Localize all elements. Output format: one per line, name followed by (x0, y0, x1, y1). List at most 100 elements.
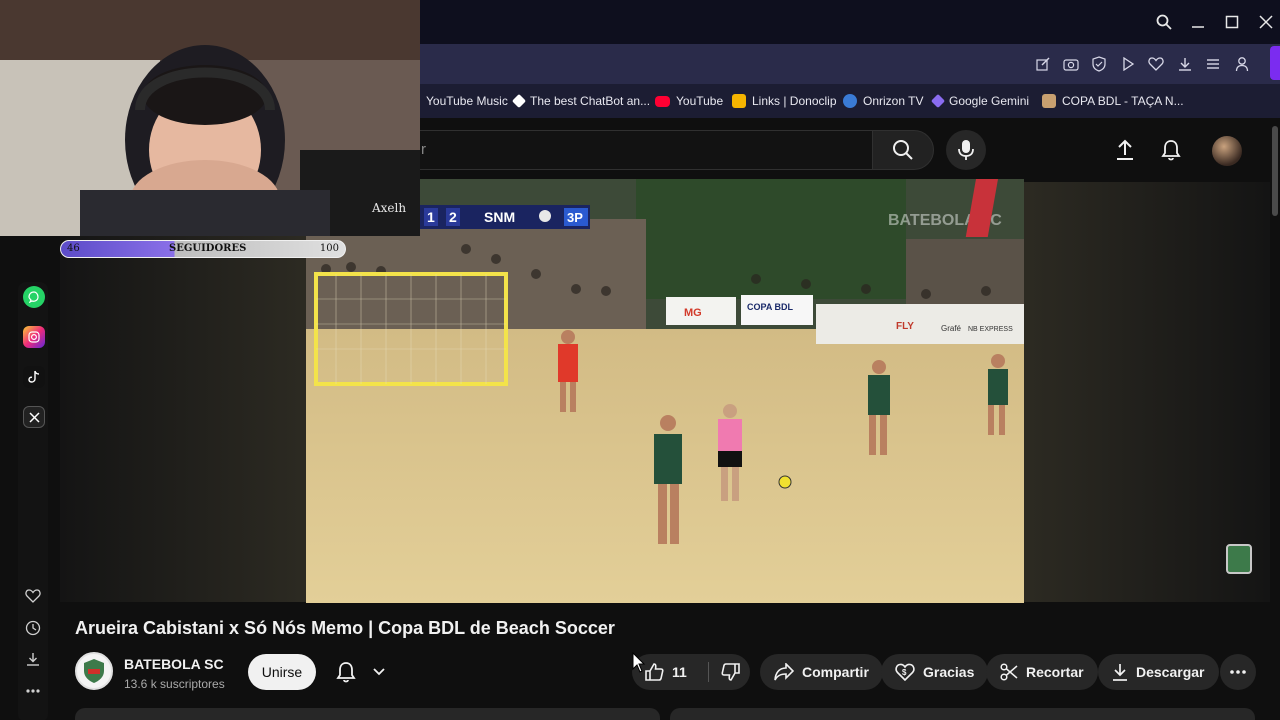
close-icon[interactable] (1254, 10, 1278, 34)
bookmark-label: Google Gemini (949, 94, 1030, 108)
social-rail (18, 282, 48, 720)
follower-label: SEGUIDORES (169, 243, 247, 254)
avatar[interactable] (1212, 136, 1242, 166)
more-icon (1230, 670, 1246, 674)
heart-icon[interactable] (1146, 54, 1166, 74)
notification-toggle[interactable] (328, 654, 394, 690)
followers-progress-bar: 46 SEGUIDORES 100 (60, 240, 346, 258)
thumbs-down-icon (721, 663, 740, 681)
tiktok-icon[interactable] (23, 366, 45, 388)
search-button[interactable] (872, 130, 934, 170)
scoreboard-overlay: 1 2 SNM 3P (420, 205, 590, 229)
cam-signature: Axelh (371, 201, 406, 215)
bookmark-youtube[interactable]: YouTube (655, 92, 723, 110)
download-icon (1113, 664, 1127, 681)
score-right: 2 (449, 209, 457, 225)
search-input[interactable]: r (410, 130, 872, 170)
more-icon[interactable] (22, 680, 44, 702)
shield-icon[interactable] (1089, 54, 1109, 74)
share-button[interactable]: Compartir (760, 654, 883, 690)
download-icon[interactable] (22, 648, 44, 670)
ad-copa-bdl: COPA BDL (747, 302, 794, 312)
download-icon[interactable] (1175, 54, 1195, 74)
bell-icon[interactable] (1157, 136, 1185, 164)
dislike-button[interactable] (712, 654, 750, 690)
onrizon-icon (843, 94, 857, 108)
score-left: 1 (427, 209, 435, 225)
heart-dollar-icon: $ (895, 663, 915, 681)
team-code: SNM (484, 209, 515, 225)
search-icon[interactable] (1152, 10, 1176, 34)
gemini-icon (930, 93, 946, 109)
follower-goal: 100 (319, 243, 339, 254)
webcam-overlay: Axelh (0, 0, 420, 236)
ball (778, 475, 792, 489)
ad-nb-express: NB EXPRESS (968, 326, 1013, 333)
play-icon[interactable] (1118, 54, 1138, 74)
heart-icon[interactable] (22, 585, 44, 607)
related-panel[interactable] (670, 708, 1255, 720)
chatbot-icon (511, 93, 527, 109)
clip-button[interactable]: Recortar (986, 654, 1098, 690)
channel-watermark-icon[interactable] (1226, 544, 1252, 574)
description-panel[interactable] (75, 708, 660, 720)
mic-icon (958, 140, 974, 160)
video-title: Arueira Cabistani x Só Nós Memo | Copa B… (75, 618, 615, 638)
page-scrollbar[interactable] (1272, 126, 1278, 216)
share-label: Compartir (802, 664, 869, 680)
thanks-label: Gracias (923, 664, 975, 680)
beach-soccer-scene: MG COPA BDL FLY Grafé NB EXPRESS 1 2 SNM… (306, 179, 1024, 603)
bookmark-copa-bdl[interactable]: COPA BDL - TAÇA N... (1042, 92, 1184, 110)
more-actions-button[interactable] (1220, 654, 1256, 690)
bookmark-label: YouTube (676, 94, 724, 108)
bookmark-onrizon[interactable]: Onrizon TV (843, 92, 923, 110)
clip-label: Recortar (1026, 664, 1084, 680)
follower-count: 46 (67, 243, 80, 254)
whatsapp-icon[interactable] (23, 286, 45, 308)
minimize-icon[interactable] (1186, 10, 1210, 34)
search-icon (893, 140, 913, 160)
ad-mg: MG (684, 307, 702, 319)
screen: YouTube Music The best ChatBot an... You… (0, 0, 1280, 720)
instagram-icon[interactable] (23, 326, 45, 348)
like-dislike-group: 11 (632, 654, 750, 690)
ad-fly: FLY (896, 321, 914, 332)
like-separator (708, 662, 709, 682)
menu-icon[interactable] (1203, 54, 1223, 74)
subscriber-count: 13.6 k suscriptores (124, 677, 225, 691)
chevron-down-icon (373, 668, 385, 676)
ad-grafe: Grafé (941, 324, 962, 333)
video-player[interactable]: MG COPA BDL FLY Grafé NB EXPRESS 1 2 SNM… (306, 179, 1024, 603)
account-icon[interactable] (1232, 54, 1252, 74)
copa-bdl-icon (1042, 94, 1056, 108)
thumbs-up-icon (645, 663, 664, 681)
scissors-icon (1000, 663, 1018, 681)
join-button[interactable]: Unirse (248, 654, 316, 690)
thanks-button[interactable]: $ Gracias (881, 654, 989, 690)
sidebar-accent-tab[interactable] (1270, 46, 1280, 80)
channel-avatar[interactable] (75, 652, 113, 690)
youtube-icon (655, 95, 670, 107)
upload-icon[interactable] (1111, 136, 1139, 164)
webcam-feed: Axelh (0, 0, 420, 236)
bookmark-youtube-music[interactable]: YouTube Music (410, 92, 508, 110)
bookmark-gemini[interactable]: Google Gemini (930, 92, 1030, 110)
bookmark-label: Links | Donoclip (752, 94, 837, 108)
x-icon[interactable] (23, 406, 45, 428)
camera-icon[interactable] (1061, 54, 1081, 74)
download-button[interactable]: Descargar (1098, 654, 1219, 690)
bell-icon (336, 662, 356, 683)
download-label: Descargar (1136, 664, 1205, 680)
clock-icon[interactable] (22, 617, 44, 639)
channel-name[interactable]: BATEBOLA SC (124, 656, 224, 672)
period: 3P (567, 210, 583, 225)
svg-text:$: $ (902, 668, 907, 677)
bookmark-label: Onrizon TV (863, 94, 924, 108)
like-count: 11 (672, 664, 687, 680)
edit-icon[interactable] (1033, 54, 1053, 74)
voice-search-button[interactable] (946, 130, 986, 170)
bookmark-chatbot[interactable]: The best ChatBot an... (511, 92, 650, 110)
maximize-icon[interactable] (1220, 10, 1244, 34)
bookmark-donoclip[interactable]: Links | Donoclip (732, 92, 837, 110)
donoclip-icon (732, 94, 746, 108)
